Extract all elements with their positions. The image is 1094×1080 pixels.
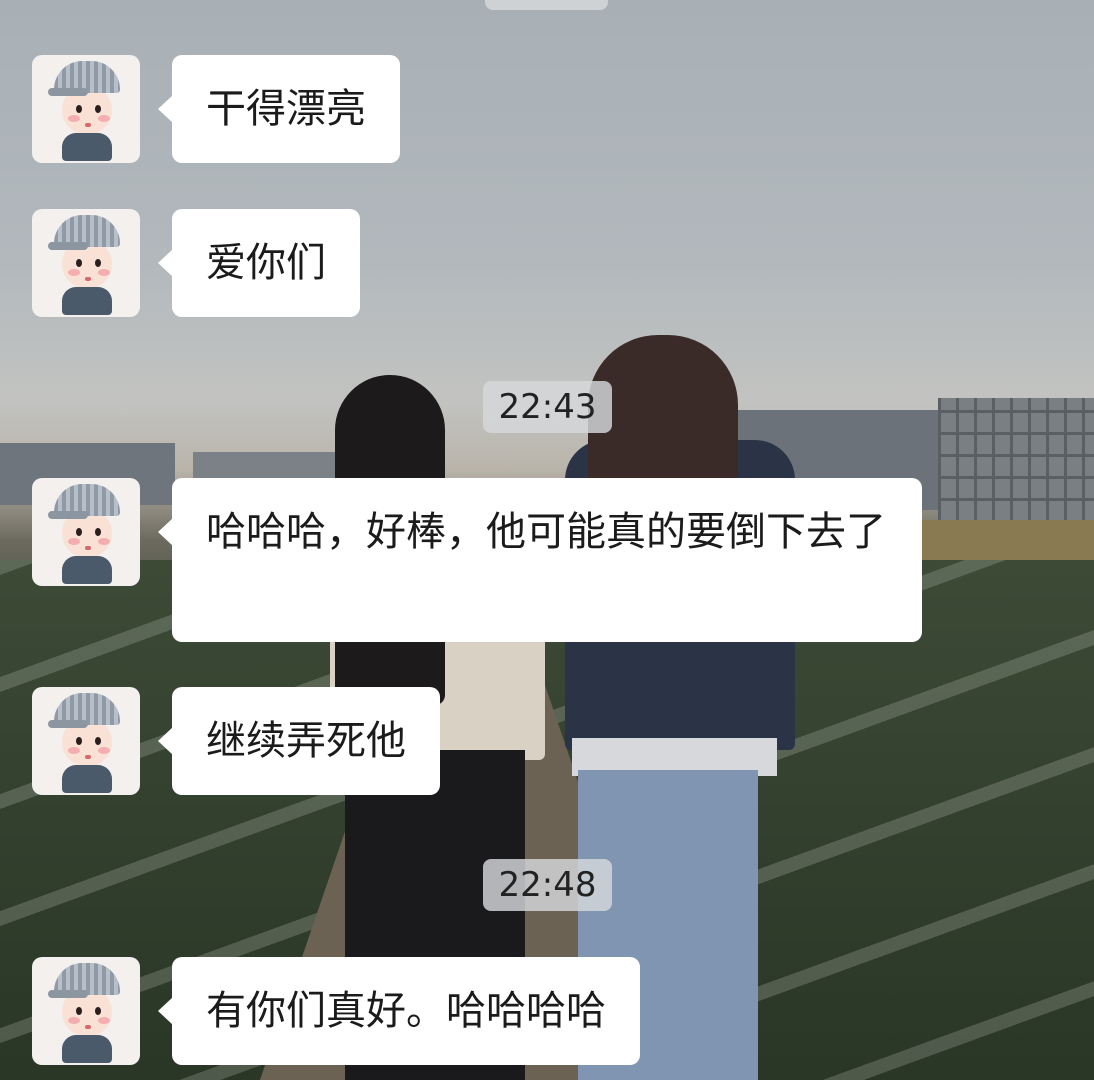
timestamp-text: 22:48	[498, 865, 597, 905]
message-bubble[interactable]: 干得漂亮	[158, 55, 400, 163]
cartoon-boy-avatar-icon[interactable]	[32, 209, 140, 317]
message-bubble[interactable]: 继续弄死他	[158, 687, 440, 795]
cartoon-boy-avatar-icon[interactable]	[32, 55, 140, 163]
previous-timestamp-pill	[485, 0, 608, 10]
wallpaper-scaffold	[938, 398, 1094, 523]
timestamp-pill: 22:48	[483, 859, 612, 911]
timestamp-pill: 22:43	[483, 381, 612, 433]
timestamp-text: 22:43	[498, 387, 597, 427]
message-bubble[interactable]: 有你们真好。哈哈哈哈	[158, 957, 640, 1065]
cartoon-boy-avatar-icon[interactable]	[32, 478, 140, 586]
message-bubble[interactable]: 爱你们	[158, 209, 360, 317]
message-bubble[interactable]: 哈哈哈，好棒，他可能真的要倒下去了	[158, 478, 922, 642]
message-text: 爱你们	[206, 240, 326, 286]
cartoon-boy-avatar-icon[interactable]	[32, 957, 140, 1065]
cartoon-boy-avatar-icon[interactable]	[32, 687, 140, 795]
message-text: 继续弄死他	[206, 718, 406, 764]
message-text: 哈哈哈，好棒，他可能真的要倒下去了	[206, 509, 886, 555]
message-text: 有你们真好。哈哈哈哈	[206, 988, 606, 1034]
message-text: 干得漂亮	[206, 86, 366, 132]
